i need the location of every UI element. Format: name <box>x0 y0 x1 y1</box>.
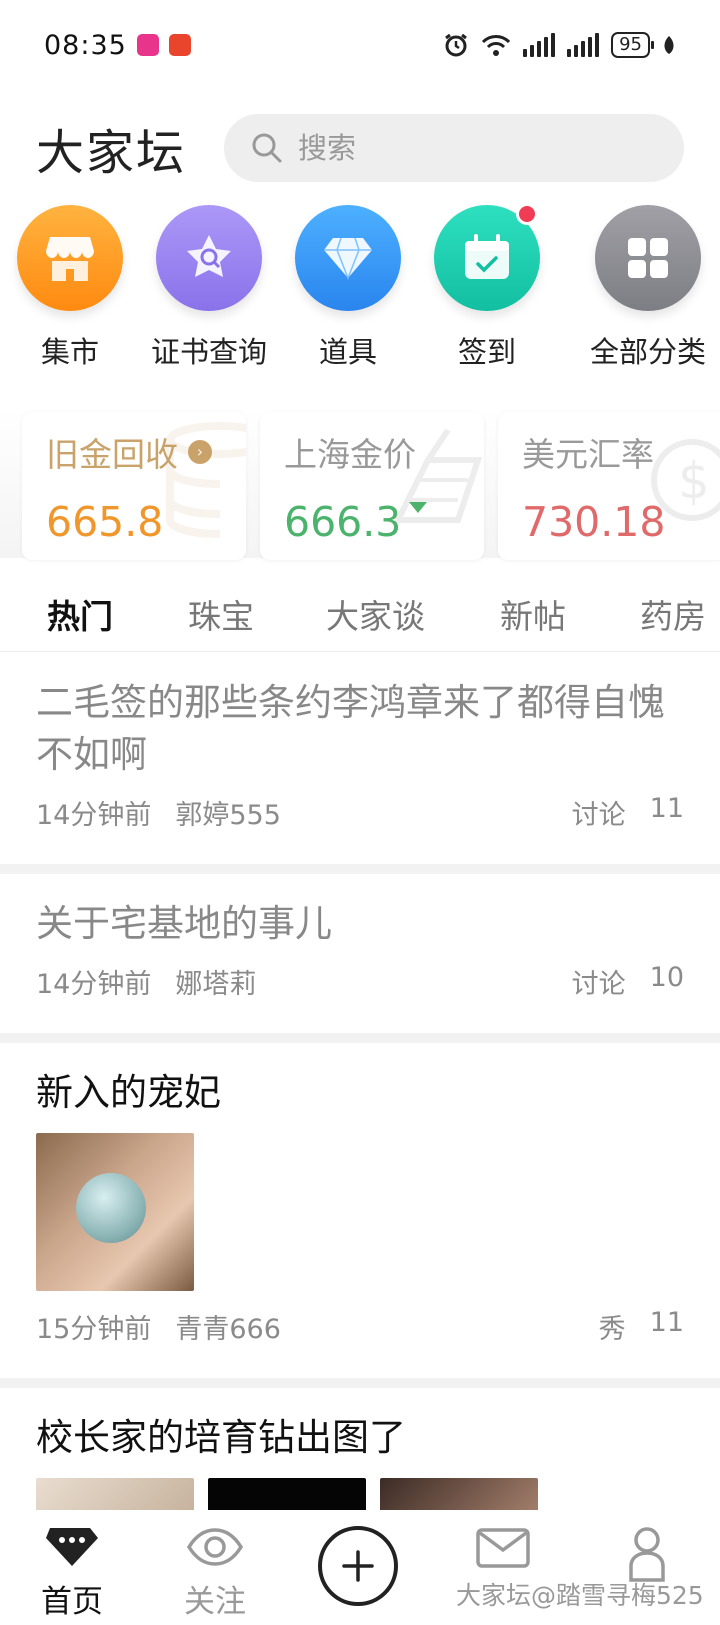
profile-icon <box>629 1527 665 1582</box>
status-bar: 08:35 95 <box>0 0 720 90</box>
store-icon <box>17 205 123 311</box>
post-meta: 14分钟前 娜塔莉 讨论 10 <box>36 962 684 1033</box>
divider <box>0 864 720 874</box>
gold-bar-icon <box>393 428 483 523</box>
price-ticker: 旧金回收 › 665.8 上海金价 666.3 $ 美元汇率 730.18 <box>0 408 720 560</box>
nav-follow[interactable]: 关注 <box>155 1526 275 1621</box>
leaf-icon <box>664 36 674 54</box>
nav-label: 首页 <box>41 1584 103 1620</box>
post-title: 关于宅基地的事儿 <box>36 902 332 945</box>
post-reply-count: 10 <box>649 962 684 993</box>
status-time: 08:35 <box>44 29 127 61</box>
tab-pharmacy[interactable]: 药房 <box>640 590 706 638</box>
nav-home[interactable]: 首页 <box>12 1526 132 1621</box>
diamond-icon <box>295 205 401 311</box>
plus-icon <box>342 1550 374 1582</box>
category-props[interactable]: 道具 <box>276 205 420 371</box>
dollar-icon: $ <box>651 439 720 521</box>
certificate-search-icon <box>156 205 262 311</box>
post-author[interactable]: 青青666 <box>175 1307 281 1346</box>
notification-dot <box>516 203 538 225</box>
category-market[interactable]: 集市 <box>0 205 142 371</box>
divider <box>0 1033 720 1043</box>
post-title: 二毛签的那些条约李鸿章来了都得自愧不如啊 <box>36 681 665 776</box>
category-all[interactable]: 全部分类 <box>576 205 720 371</box>
post-image-jade-bead[interactable] <box>36 1133 194 1291</box>
signal-icon-2 <box>567 33 600 57</box>
home-chat-icon <box>46 1528 98 1566</box>
shanghai-gold-card[interactable]: 上海金价 666.3 <box>260 412 484 560</box>
svg-text:$: $ <box>678 452 710 510</box>
post-reply-count: 11 <box>649 793 684 824</box>
category-label: 全部分类 <box>589 335 706 369</box>
category-checkin[interactable]: 签到 <box>415 203 559 371</box>
usd-rate-card[interactable]: $ 美元汇率 730.18 <box>498 412 720 560</box>
post-time: 15分钟前 <box>36 1314 152 1345</box>
post-author[interactable]: 娜塔莉 <box>175 962 256 1001</box>
post-time: 14分钟前 <box>36 800 152 831</box>
category-label: 道具 <box>318 335 377 369</box>
category-label: 集市 <box>40 335 99 369</box>
post-item[interactable]: 关于宅基地的事儿 14分钟前 娜塔莉 讨论 10 <box>0 874 720 1033</box>
coin-stack-icon <box>166 422 246 538</box>
divider <box>0 1378 720 1388</box>
category-label: 证书查询 <box>150 335 267 369</box>
nav-messages[interactable] <box>443 1526 563 1574</box>
category-certificate[interactable]: 证书查询 <box>137 205 281 371</box>
feed-tabs: 热门 珠宝 大家谈 新帖 药房 <box>0 568 720 652</box>
post-tag: 讨论 <box>571 969 626 1000</box>
battery-indicator: 95 <box>611 32 654 58</box>
app-header: 大家坛 <box>0 90 720 205</box>
calendar-check-icon <box>434 203 540 311</box>
post-title: 新入的宠妃 <box>36 1071 221 1114</box>
signal-icon <box>523 33 556 57</box>
taobao-notification-icon <box>168 34 191 56</box>
image-watermark: 大家坛@踏雪寻梅525 <box>456 1581 704 1610</box>
wifi-icon <box>482 35 511 56</box>
tab-discussion[interactable]: 大家谈 <box>326 590 425 638</box>
mail-icon <box>476 1528 530 1568</box>
post-item[interactable]: 二毛签的那些条约李鸿章来了都得自愧不如啊 14分钟前 郭婷555 讨论 11 <box>0 653 720 864</box>
app-logo: 大家坛 <box>36 124 187 181</box>
tab-jewelry[interactable]: 珠宝 <box>188 590 254 638</box>
post-time: 14分钟前 <box>36 969 152 1000</box>
price-title: 旧金回收 <box>46 435 178 474</box>
category-label: 签到 <box>457 335 516 369</box>
price-value: 666.3 <box>284 498 402 546</box>
gold-recycle-card[interactable]: 旧金回收 › 665.8 <box>22 412 246 560</box>
search-bar[interactable] <box>224 113 684 182</box>
search-input[interactable] <box>298 130 659 165</box>
post-meta: 14分钟前 郭婷555 讨论 11 <box>36 793 684 864</box>
search-icon <box>252 133 282 162</box>
post-reply-count: 11 <box>649 1307 684 1338</box>
grid-icon <box>595 205 701 311</box>
post-item[interactable]: 新入的宠妃 15分钟前 青青666 秀 11 <box>0 1043 720 1378</box>
new-post-button[interactable] <box>318 1526 398 1606</box>
post-title: 校长家的培育钻出图了 <box>36 1416 406 1459</box>
eye-icon <box>186 1528 244 1566</box>
app-notification-icon <box>136 34 159 56</box>
alarm-icon <box>445 33 467 57</box>
price-title: 美元汇率 <box>522 435 654 474</box>
post-author[interactable]: 郭婷555 <box>175 793 281 832</box>
nav-label: 关注 <box>184 1584 246 1620</box>
post-tag: 秀 <box>598 1314 626 1345</box>
post-feed: 二毛签的那些条约李鸿章来了都得自愧不如啊 14分钟前 郭婷555 讨论 11 关… <box>0 653 720 1625</box>
post-meta: 15分钟前 青青666 秀 11 <box>36 1307 684 1378</box>
post-tag: 讨论 <box>571 800 626 831</box>
tab-hot[interactable]: 热门 <box>47 590 113 638</box>
category-row: 集市 证书查询 道具 签到 全部分类 <box>0 203 720 375</box>
tab-new-posts[interactable]: 新帖 <box>500 590 566 638</box>
